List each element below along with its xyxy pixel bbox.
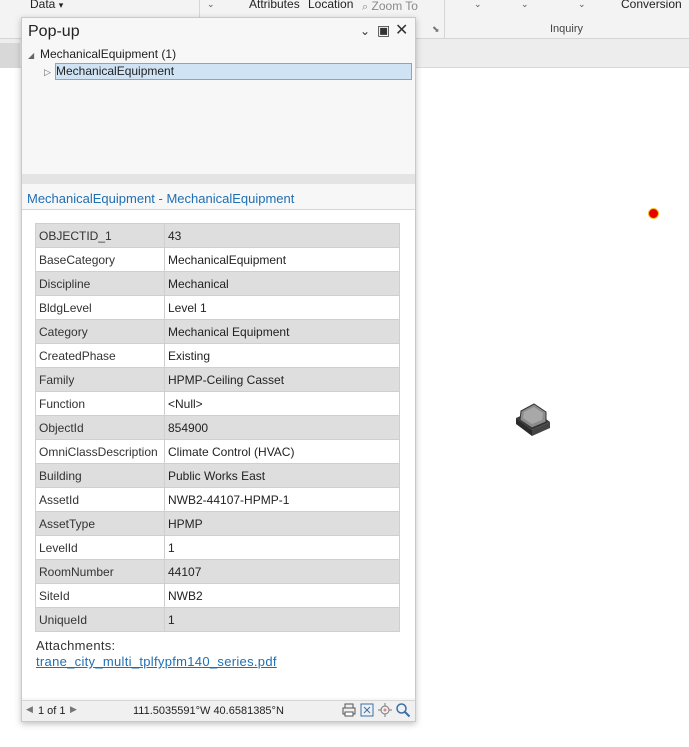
feature-title: MechanicalEquipment - MechanicalEquipmen…: [27, 191, 295, 206]
attribute-row: OmniClassDescription Climate Control (HVA…: [35, 439, 400, 464]
attribute-value: Mechanical: [164, 271, 400, 296]
attribute-name: Function: [35, 391, 165, 416]
attribute-value: NWB2: [164, 583, 400, 608]
data-menu[interactable]: Data ▾: [30, 0, 63, 11]
pane-divider[interactable]: [22, 174, 415, 184]
flash-feature-icon[interactable]: [377, 702, 393, 718]
tree-root-label: MechanicalEquipment (1): [40, 47, 177, 61]
view-tab[interactable]: [0, 43, 20, 67]
feature-tree: ◢ MechanicalEquipment (1) ▷ MechanicalEqui…: [22, 45, 415, 173]
chevron-down-icon[interactable]: ⌄: [207, 0, 215, 10]
attribute-name: Family: [35, 367, 165, 392]
attribute-row: RoomNumber 44107: [35, 559, 400, 584]
attribute-row: Discipline Mechanical: [35, 271, 400, 296]
attribute-value: 854900: [164, 415, 400, 440]
tree-child-item[interactable]: ▷ MechanicalEquipment: [44, 64, 174, 78]
print-icon[interactable]: [341, 702, 357, 718]
conversion-button[interactable]: Conversion: [621, 0, 682, 11]
attributes-button[interactable]: Attributes: [249, 0, 300, 11]
zoom-to-extent-icon[interactable]: [359, 702, 375, 718]
attribute-name: OBJECTID_1: [35, 223, 165, 248]
attribute-name: Category: [35, 319, 165, 344]
attribute-row: OBJECTID_1 43: [35, 223, 400, 248]
chevron-down-icon[interactable]: ⌄: [521, 0, 529, 10]
attribute-value: NWB2-44107-HPMP-1: [164, 487, 400, 512]
chevron-down-icon[interactable]: ⌄: [578, 0, 586, 10]
attribute-value: 43: [164, 223, 400, 248]
attribute-row: SiteId NWB2: [35, 583, 400, 608]
attribute-name: UniqueId: [35, 607, 165, 632]
location-button[interactable]: Location: [308, 0, 353, 11]
attribute-row: Function <Null>: [35, 391, 400, 416]
attribute-name: SiteId: [35, 583, 165, 608]
collapse-triangle-icon[interactable]: ◢: [28, 51, 40, 60]
attachments-label: Attachments:: [36, 638, 116, 653]
zoom-icon: ⌕: [362, 1, 369, 13]
close-icon[interactable]: ✕: [395, 20, 408, 40]
attribute-row: Family HPMP-Ceiling Casset: [35, 367, 400, 392]
page-indicator: 1 of 1: [38, 705, 66, 717]
attribute-row: LevelId 1: [35, 535, 400, 560]
attribute-value: HPMP-Ceiling Casset: [164, 367, 400, 392]
popup-title: Pop-up: [28, 23, 80, 40]
attribute-value: HPMP: [164, 511, 400, 536]
next-feature-icon[interactable]: ▶: [70, 704, 77, 715]
attribute-row: Category Mechanical Equipment: [35, 319, 400, 344]
chevron-down-icon: ▾: [58, 0, 64, 10]
attribute-row: UniqueId 1: [35, 607, 400, 632]
attribute-row: CreatedPhase Existing: [35, 343, 400, 368]
attribute-row: BldgLevel Level 1: [35, 295, 400, 320]
options-chevron-icon[interactable]: ⌄: [360, 24, 370, 38]
dialog-launcher-icon[interactable]: ⬊: [432, 24, 440, 35]
chevron-down-icon[interactable]: ⌄: [474, 0, 482, 10]
attribute-name: BaseCategory: [35, 247, 165, 272]
zoom-to-button[interactable]: ⌕ Zoom To: [362, 0, 418, 14]
maximize-icon[interactable]: ▣: [377, 22, 390, 39]
attribute-row: ObjectId 854900: [35, 415, 400, 440]
attribute-value: Existing: [164, 343, 400, 368]
tree-root-item[interactable]: ◢ MechanicalEquipment (1): [28, 47, 176, 61]
attribute-name: LevelId: [35, 535, 165, 560]
attribute-name: OmniClassDescription: [35, 439, 165, 464]
attribute-row: Building Public Works East: [35, 463, 400, 488]
attribute-value: 44107: [164, 559, 400, 584]
attribute-name: Discipline: [35, 271, 165, 296]
attribute-name: AssetType: [35, 511, 165, 536]
attribute-name: BldgLevel: [35, 295, 165, 320]
attribute-row: BaseCategory MechanicalEquipment: [35, 247, 400, 272]
attribute-value: Mechanical Equipment: [164, 319, 400, 344]
attribute-name: Building: [35, 463, 165, 488]
attribute-value: Climate Control (HVAC): [164, 439, 400, 464]
popup-pane: Pop-up ⌄ ▣ ✕ ◢ MechanicalEquipment (1) ▷ M…: [21, 17, 416, 722]
attribute-table: OBJECTID_1 43 BaseCategory MechanicalEquipm…: [35, 223, 400, 632]
attribute-value: 1: [164, 607, 400, 632]
attribute-name: CreatedPhase: [35, 343, 165, 368]
attribute-value: <Null>: [164, 391, 400, 416]
attribute-name: ObjectId: [35, 415, 165, 440]
attribute-name: RoomNumber: [35, 559, 165, 584]
popup-status-bar: ◀ 1 of 1 ▶ 111.5035591°W 40.6581385°N: [22, 700, 415, 721]
data-label: Data: [30, 0, 56, 11]
attribute-row: AssetId NWB2-44107-HPMP-1: [35, 487, 400, 512]
attribute-value: MechanicalEquipment: [164, 247, 400, 272]
expand-triangle-icon[interactable]: ▷: [44, 67, 56, 78]
attribute-value: 1: [164, 535, 400, 560]
zoom-icon[interactable]: [395, 702, 411, 718]
ribbon-separator: [444, 0, 445, 38]
coordinate-readout: 111.5035591°W 40.6581385°N: [133, 705, 284, 717]
attribute-name: AssetId: [35, 487, 165, 512]
attribute-value: Public Works East: [164, 463, 400, 488]
tree-child-label: MechanicalEquipment: [56, 64, 175, 78]
attribute-value: Level 1: [164, 295, 400, 320]
mechanical-equipment-symbol[interactable]: [512, 402, 552, 440]
attachment-link[interactable]: trane_city_multi_tplfypfm140_series.pdf: [36, 654, 277, 669]
inquiry-group-label: Inquiry: [550, 23, 584, 35]
zoom-to-label: Zoom To: [371, 0, 418, 13]
attribute-row: AssetType HPMP: [35, 511, 400, 536]
previous-feature-icon[interactable]: ◀: [26, 704, 33, 715]
point-feature-marker[interactable]: [648, 208, 659, 219]
popup-content[interactable]: OBJECTID_1 43 BaseCategory MechanicalEquipm…: [22, 210, 415, 698]
